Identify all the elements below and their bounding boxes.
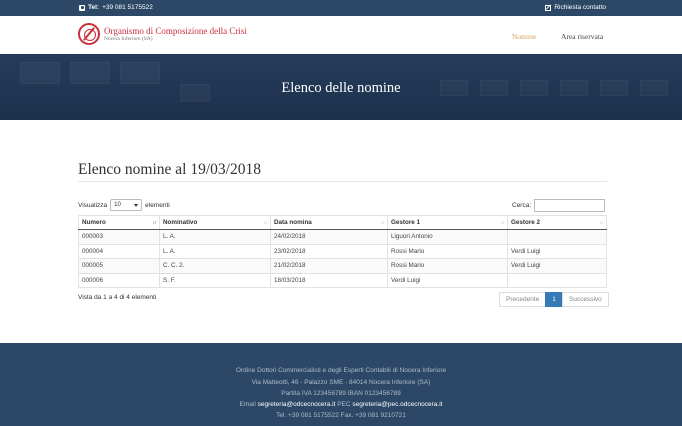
- sort-icon: ↓↑: [380, 220, 385, 226]
- cell-data-nomina: 23/02/2018: [270, 243, 388, 259]
- cell-data-nomina: 18/03/2018: [270, 272, 388, 288]
- top-bar: Tel: +39 081 5175522 Richiesta contatto: [0, 0, 682, 16]
- cell-numero: 000005: [78, 258, 160, 274]
- cell-gestore-1: Rossi Mario: [387, 258, 508, 274]
- cell-gestore-2: [507, 272, 607, 288]
- column-header-label: Nominativo: [163, 219, 198, 226]
- cell-nominativo: L. A.: [159, 229, 271, 245]
- column-header-label: Numero: [82, 219, 106, 226]
- cell-numero: 000004: [78, 243, 160, 259]
- footer-pec-label: PEC: [337, 401, 351, 408]
- search-input[interactable]: [534, 199, 606, 212]
- nomine-table: Numero ↓↑ Nominativo ↓↑ Data nomina ↓↑ Gest…: [78, 215, 607, 288]
- footer-email-line: Email segreteria@odcecnocera.it PEC segr…: [0, 401, 682, 408]
- title-divider: [78, 181, 607, 182]
- cell-gestore-1: Liguori Antonio: [387, 229, 508, 245]
- cell-data-nomina: 21/02/2018: [270, 258, 388, 274]
- page-length-select[interactable]: 10: [110, 199, 143, 211]
- pagination-previous-button[interactable]: Precedente: [499, 292, 547, 307]
- sort-icon: ↓↑: [500, 220, 505, 226]
- footer-phones: Tel. +39 081 5175522 Fax. +39 081 921072…: [276, 412, 406, 419]
- table-row: 000004 L. A. 23/02/2018 Rossi Mario Verd…: [78, 243, 607, 259]
- pagination-page-button[interactable]: 1: [545, 292, 563, 307]
- cell-gestore-1: Verdi Luigi: [387, 272, 508, 288]
- site-logo[interactable]: Organismo di Composizione della Crisi No…: [78, 23, 247, 45]
- logo-text: Organismo di Composizione della Crisi No…: [104, 26, 247, 42]
- phone-number: +39 081 5175522: [102, 4, 153, 11]
- phone-contact: Tel: +39 081 5175522: [79, 4, 153, 11]
- search-control: Cerca:: [512, 199, 606, 212]
- footer-email-label: Email: [239, 401, 256, 408]
- hero-banner: Elenco delle nomine: [0, 54, 682, 120]
- contact-request-label[interactable]: Richiesta contatto: [554, 4, 606, 11]
- cell-nominativo: C. C. 2.: [159, 258, 271, 274]
- hero-title: Elenco delle nomine: [281, 80, 401, 96]
- length-label-before: Visualizza: [78, 201, 108, 209]
- cell-gestore-2: Verdi Luigi: [507, 243, 607, 259]
- cell-numero: 000006: [78, 272, 160, 288]
- site-header: Organismo di Composizione della Crisi No…: [0, 16, 682, 54]
- footer-vat-iban: Partita IVA 123456789 IBAN 0123456789: [281, 390, 401, 397]
- cell-nominativo: L. A.: [159, 243, 271, 259]
- column-header-gestore-1[interactable]: Gestore 1 ↓↑: [387, 215, 508, 230]
- page-length-control: Visualizza 10 elementi: [78, 199, 170, 211]
- footer-organization: Ordine Dottori Commercialisti e degli Es…: [235, 367, 447, 374]
- column-header-gestore-2[interactable]: Gestore 2 ↓↑: [507, 215, 607, 230]
- pagination: Precedente 1 Successivo: [499, 292, 609, 307]
- table-row: 000003 L. A. 24/02/2018 Liguori Antonio: [78, 229, 607, 245]
- table-row: 000005 C. C. 2. 21/02/2018 Rossi Mario V…: [78, 258, 607, 274]
- logo-title: Organismo di Composizione della Crisi: [104, 26, 247, 36]
- logo-emblem-icon: [78, 23, 100, 45]
- cell-gestore-2: [507, 229, 607, 245]
- chevron-down-icon: [134, 204, 139, 207]
- nav-item-nomine[interactable]: Nomine: [512, 32, 536, 41]
- footer-address: Via Matteotti, 46 - Palazzo SME - 84014 …: [251, 379, 431, 386]
- column-header-label: Gestore 2: [511, 219, 541, 226]
- page-length-value: 10: [114, 202, 121, 208]
- column-header-numero[interactable]: Numero ↓↑: [78, 215, 160, 230]
- phone-icon: [79, 4, 85, 11]
- length-label-after: elementi: [145, 201, 170, 209]
- table-info: Vista da 1 a 4 di 4 elementi: [78, 294, 157, 301]
- page-title: Elenco nomine al 19/03/2018: [78, 161, 261, 178]
- cell-gestore-2: Verdi Luigi: [507, 258, 607, 274]
- search-label: Cerca:: [512, 202, 532, 209]
- column-header-nominativo[interactable]: Nominativo ↓↑: [159, 215, 271, 230]
- edit-icon: [545, 4, 552, 11]
- sort-asc-icon: ↓↑: [152, 220, 157, 226]
- sort-icon: ↓↑: [263, 220, 268, 226]
- cell-numero: 000003: [78, 229, 160, 245]
- column-header-data-nomina[interactable]: Data nomina ↓↑: [270, 215, 388, 230]
- footer-email-link[interactable]: segreteria@odcecnocera.it: [258, 401, 336, 408]
- pagination-next-button[interactable]: Successivo: [561, 292, 609, 307]
- table-row: 000006 S. F. 18/03/2018 Verdi Luigi: [78, 272, 607, 288]
- cell-gestore-1: Rossi Mario: [387, 243, 508, 259]
- nav-item-area-riservata[interactable]: Area riservata: [561, 32, 603, 41]
- column-header-label: Gestore 1: [391, 219, 421, 226]
- contact-request-link[interactable]: Richiesta contatto: [545, 4, 606, 11]
- site-footer: Ordine Dottori Commercialisti e degli Es…: [0, 343, 682, 426]
- logo-subtitle: Nocera Inferiore (SA): [104, 36, 153, 42]
- phone-label: Tel:: [88, 4, 100, 11]
- sort-icon: ↓↑: [599, 220, 604, 226]
- cell-nominativo: S. F.: [159, 272, 271, 288]
- column-header-label: Data nomina: [274, 219, 312, 226]
- footer-pec-link[interactable]: segreteria@pec.odcecnocera.it: [352, 401, 442, 408]
- cell-data-nomina: 24/02/2018: [270, 229, 388, 245]
- table-header-row: Numero ↓↑ Nominativo ↓↑ Data nomina ↓↑ Gest…: [78, 215, 607, 230]
